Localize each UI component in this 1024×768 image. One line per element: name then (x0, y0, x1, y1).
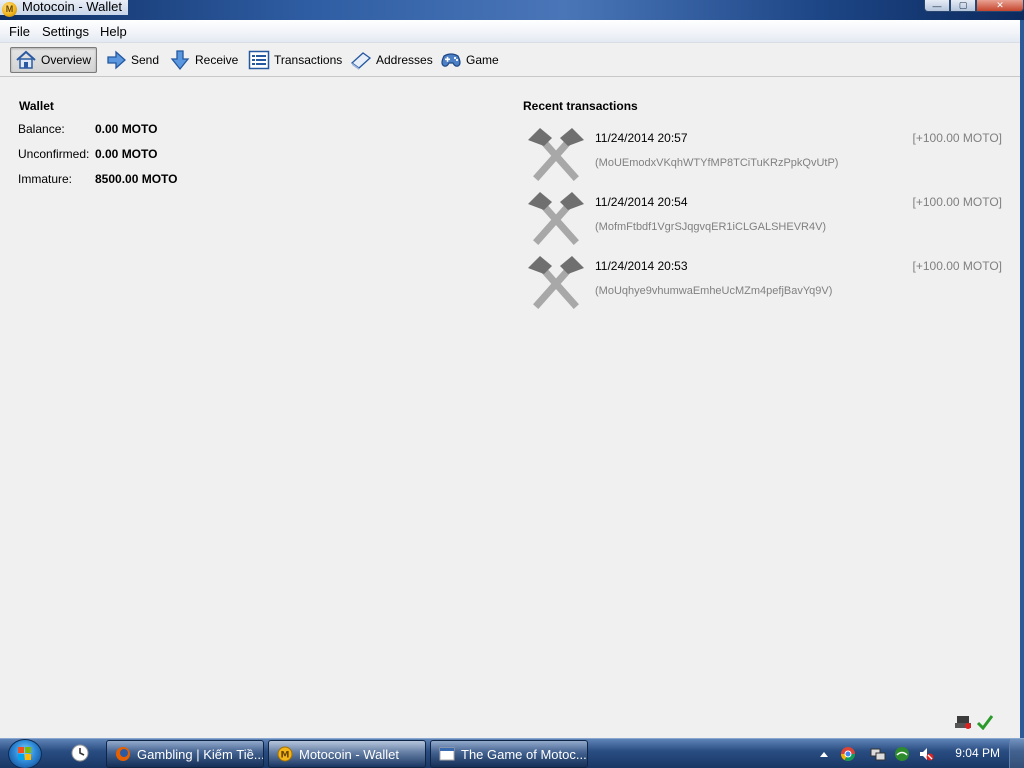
transaction-address: (MofmFtbdf1VgrSJqgvqER1iCLGALSHEVR4V) (595, 221, 827, 233)
transaction-date: 11/24/2014 20:53 (595, 259, 688, 273)
taskbar-game-label: The Game of Motoc... (461, 746, 587, 762)
list-icon (248, 49, 270, 71)
screen: M Motocoin - Wallet — ▢ ✕ File Settings … (0, 0, 1024, 768)
window-controls: — ▢ ✕ (924, 0, 1024, 12)
taskbar-game[interactable]: The Game of Motoc... (430, 740, 588, 768)
network-icon[interactable] (954, 714, 972, 730)
chrome-icon[interactable] (840, 746, 856, 762)
tab-overview-label: Overview (41, 53, 92, 67)
transaction-amount: [+100.00 MOTO] (912, 259, 1003, 273)
close-button[interactable]: ✕ (976, 0, 1024, 12)
taskbar-firefox[interactable]: Gambling | Kiếm Tiề... (106, 740, 264, 768)
transaction-address: (MoUEmodxVKqhWTYfMP8TCiTuKRzPpkQvUtP) (595, 157, 839, 169)
transaction-row[interactable]: 11/24/2014 20:57 [+100.00 MOTO] (MoUEmod… (526, 124, 1002, 184)
transaction-date: 11/24/2014 20:54 (595, 195, 688, 209)
show-hidden-icon[interactable] (816, 746, 832, 762)
transaction-amount: [+100.00 MOTO] (912, 131, 1003, 145)
firefox-icon (116, 747, 130, 761)
title-bar[interactable]: M Motocoin - Wallet — ▢ ✕ (0, 0, 1024, 20)
windows-logo-icon (18, 747, 31, 760)
transaction-date: 11/24/2014 20:57 (595, 131, 688, 145)
recent-transactions-title: Recent transactions (523, 99, 638, 113)
gamepad-icon (440, 49, 462, 71)
show-desktop-button[interactable] (1009, 739, 1024, 768)
motocoin-app-icon: M (2, 2, 17, 17)
immature-label: Immature: (18, 172, 73, 186)
receive-arrow-icon (169, 49, 191, 71)
taskbar-clock[interactable]: 9:04 PM (955, 746, 1000, 760)
status-bar (954, 714, 994, 730)
mining-hammers-icon (528, 256, 584, 309)
clock-app-icon (71, 744, 89, 762)
balance-value: 0.00 MOTO (95, 122, 158, 136)
mining-hammers-icon (528, 192, 584, 245)
menu-bar: File Settings Help (0, 20, 1020, 43)
volume-muted-icon[interactable] (918, 746, 934, 762)
unconfirmed-label: Unconfirmed: (18, 147, 90, 161)
tab-send-label: Send (131, 53, 160, 67)
wallet-window: File Settings Help Overview Send Receive… (0, 20, 1024, 738)
menu-help[interactable]: Help (100, 24, 127, 39)
start-button[interactable] (8, 739, 42, 768)
address-book-icon (350, 49, 372, 71)
tab-game-label: Game (466, 53, 499, 67)
taskbar-motocoin-label: Motocoin - Wallet (299, 746, 399, 762)
minimize-button[interactable]: — (924, 0, 950, 12)
wallet-title: Wallet (19, 99, 54, 113)
taskbar: Gambling | Kiếm Tiề... M Motocoin - Wall… (0, 738, 1024, 768)
window-title: Motocoin - Wallet (22, 0, 122, 14)
tab-addresses[interactable]: Addresses (346, 47, 437, 73)
network-tray-icon[interactable] (870, 746, 886, 762)
quick-launch-clock[interactable] (68, 743, 92, 765)
window-icon (439, 747, 455, 761)
tab-receive[interactable]: Receive (165, 47, 242, 73)
tab-receive-label: Receive (195, 53, 239, 67)
home-icon (15, 49, 37, 71)
tab-transactions-label: Transactions (274, 53, 343, 67)
taskbar-firefox-label: Gambling | Kiếm Tiề... (137, 746, 264, 762)
system-tray: 9:04 PM (814, 739, 1024, 768)
transaction-amount: [+100.00 MOTO] (912, 195, 1003, 209)
transaction-row[interactable]: 11/24/2014 20:54 [+100.00 MOTO] (MofmFtb… (526, 188, 1002, 248)
transaction-row[interactable]: 11/24/2014 20:53 [+100.00 MOTO] (MoUqhye… (526, 252, 1002, 312)
maximize-button[interactable]: ▢ (950, 0, 976, 12)
unconfirmed-value: 0.00 MOTO (95, 147, 158, 161)
tab-send[interactable]: Send (101, 47, 163, 73)
transaction-address: (MoUqhye9vhumwaEmheUcMZm4pefjBavYq9V) (595, 285, 833, 297)
menu-file[interactable]: File (9, 24, 30, 39)
immature-value: 8500.00 MOTO (95, 172, 178, 186)
mining-hammers-icon (528, 128, 584, 181)
shield-icon[interactable] (894, 746, 910, 762)
tab-overview[interactable]: Overview (10, 47, 97, 73)
balance-label: Balance: (18, 122, 65, 136)
taskbar-motocoin[interactable]: M Motocoin - Wallet (268, 740, 426, 768)
svg-text:M: M (281, 751, 290, 761)
menu-settings[interactable]: Settings (42, 24, 89, 39)
tab-addresses-label: Addresses (376, 53, 433, 67)
synced-check-icon[interactable] (976, 714, 994, 730)
toolbar: Overview Send Receive Transactions Addre… (0, 43, 1020, 77)
motocoin-icon: M (277, 746, 293, 762)
send-arrow-icon (105, 49, 127, 71)
tab-game[interactable]: Game (436, 47, 503, 73)
tab-transactions[interactable]: Transactions (244, 47, 346, 73)
